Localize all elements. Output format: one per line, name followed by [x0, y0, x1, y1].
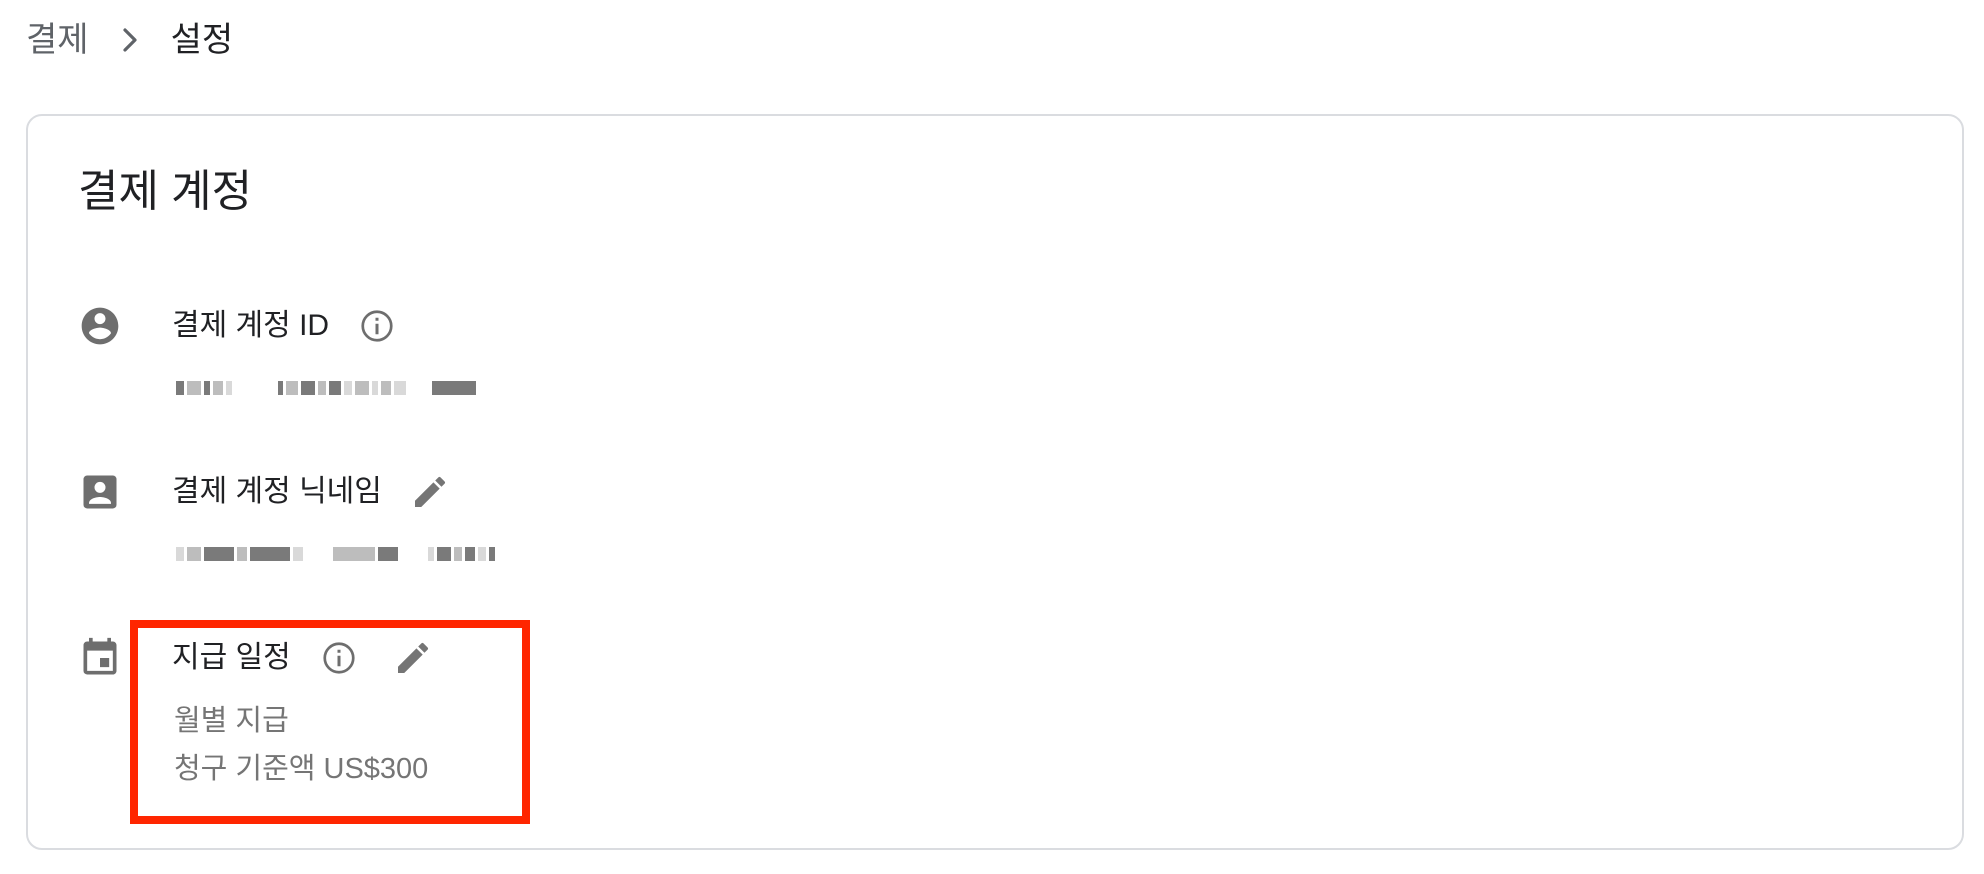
payment-threshold-text: 청구 기준액 US$300	[174, 753, 429, 785]
payment-schedule-label: 지급 일정	[172, 641, 291, 674]
chevron-right-icon	[121, 27, 139, 53]
info-icon[interactable]	[317, 636, 361, 680]
nickname-header: 결제 계정 닉네임	[172, 470, 452, 514]
payment-schedule-header: 지급 일정	[172, 636, 435, 680]
account-id-value-redacted	[176, 378, 479, 398]
card-title: 결제 계정	[78, 167, 253, 216]
info-icon[interactable]	[355, 304, 399, 348]
edit-pencil-icon[interactable]	[408, 470, 452, 514]
edit-pencil-icon[interactable]	[391, 636, 435, 680]
account-circle-icon	[78, 304, 122, 348]
breadcrumb-parent-link[interactable]: 결제	[26, 18, 89, 62]
account-id-label: 결제 계정 ID	[172, 309, 330, 342]
breadcrumb-current: 설정	[170, 21, 234, 59]
account-id-header: 결제 계정 ID	[172, 304, 399, 348]
breadcrumb: 결제 설정	[26, 18, 233, 62]
payment-frequency-text: 월별 지급	[174, 705, 289, 737]
contact-card-icon	[78, 470, 122, 514]
calendar-event-icon	[78, 636, 122, 680]
nickname-value-redacted	[176, 544, 498, 564]
nickname-label: 결제 계정 닉네임	[172, 475, 382, 508]
billing-account-card: 결제 계정 결제 계정 ID 결제 계정 닉네임 지급 일정 월별 지급 청구 …	[26, 114, 1964, 850]
